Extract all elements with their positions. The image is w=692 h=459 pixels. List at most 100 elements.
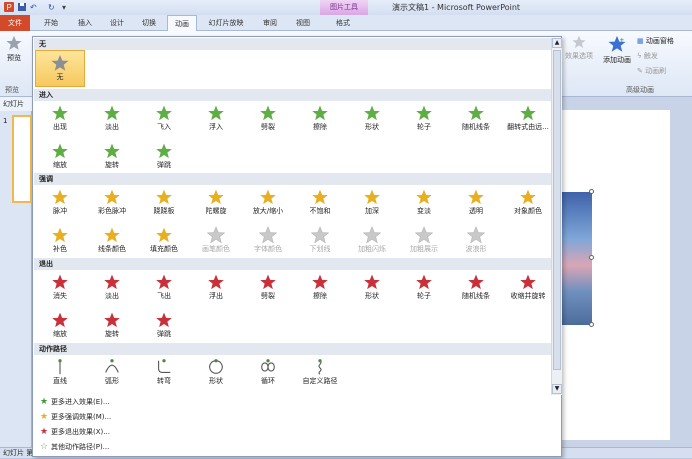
emphasis-effect[interactable]: 跷跷板 [139,186,189,222]
effect-label: 放大/缩小 [252,207,284,215]
emphasis-effect[interactable]: 变淡 [399,186,449,222]
star-icon [467,188,485,206]
exit-effect[interactable]: 弹跳 [139,309,189,345]
entrance-effect[interactable]: 翻转式由远... [503,102,553,138]
tab-review[interactable]: 审阅 [257,15,283,31]
slide-thumbnail[interactable] [12,115,32,203]
slide-picture[interactable] [560,192,592,325]
motion-path-icon [105,359,119,373]
effect-label: 擦除 [313,123,327,131]
entrance-effect[interactable]: 劈裂 [243,102,293,138]
star-icon [51,226,69,244]
exit-effect[interactable]: 劈裂 [243,271,293,307]
undo-icon[interactable]: ↶ [30,2,37,13]
exit-effect[interactable]: 轮子 [399,271,449,307]
entrance-effect[interactable]: 随机线条 [451,102,501,138]
more-link-label: 更多强调效果(M)... [51,413,112,421]
emphasis-effect[interactable]: 陀螺旋 [191,186,241,222]
emphasis-effect[interactable]: 透明 [451,186,501,222]
star-icon [363,104,381,122]
tab-home[interactable]: 开始 [38,15,64,31]
entrance-effect[interactable]: 轮子 [399,102,449,138]
emphasis-effect[interactable]: 放大/缩小 [243,186,293,222]
emphasis-effect[interactable]: 加深 [347,186,397,222]
effect-label: 收缩并旋转 [510,292,546,300]
resize-handle[interactable] [589,255,594,260]
emphasis-effect[interactable]: 脉冲 [35,186,85,222]
save-icon[interactable] [17,2,27,13]
preview-group-label: 预览 [5,86,19,94]
exit-effect[interactable]: 消失 [35,271,85,307]
effect-label: 波浪形 [465,245,487,253]
emphasis-effect: 画笔颜色 [191,224,241,260]
animation-painter-label: 动画刷 [645,67,667,75]
star-icon [519,104,537,122]
resize-handle[interactable] [589,322,594,327]
effect-options-button[interactable]: 效果选项 [563,35,595,61]
tab-slideshow[interactable]: 幻灯片放映 [204,15,248,31]
emphasis-effect[interactable]: 不饱和 [295,186,345,222]
exit-effect[interactable]: 浮出 [191,271,241,307]
effect-label: 飞出 [157,292,171,300]
entrance-effect[interactable]: 淡出 [87,102,137,138]
scroll-thumb[interactable] [553,50,561,370]
tab-animations[interactable]: 动画 [167,15,197,32]
entrance-effect[interactable]: 飞入 [139,102,189,138]
add-animation-button[interactable]: + 添加动画 [600,35,634,65]
motion-path-effect[interactable]: 弧形 [87,356,137,392]
tab-file[interactable]: 文件 [0,15,30,31]
tab-design[interactable]: 设计 [104,15,130,31]
tab-format[interactable]: 格式 [328,15,358,31]
entrance-effect[interactable]: 浮入 [191,102,241,138]
entrance-effect[interactable]: 缩放 [35,140,85,176]
tab-transitions[interactable]: 切换 [136,15,162,31]
entrance-effect[interactable]: 弹跳 [139,140,189,176]
exit-effect[interactable]: 擦除 [295,271,345,307]
effect-none[interactable]: 无 [35,50,85,87]
tab-insert[interactable]: 插入 [72,15,98,31]
trigger-button[interactable]: ϟ 触发 [637,51,658,61]
effect-label: 下划线 [309,245,331,253]
effect-label: 飞入 [157,123,171,131]
more-emphasis-effects-link[interactable]: ★ 更多强调效果(M)... [37,410,111,425]
motion-path-effect[interactable]: 直线 [35,356,85,392]
animation-painter-button[interactable]: ✎ 动画刷 [637,66,666,76]
emphasis-effect[interactable]: 补色 [35,224,85,260]
entrance-effect[interactable]: 旋转 [87,140,137,176]
exit-effect[interactable]: 飞出 [139,271,189,307]
tab-view[interactable]: 视图 [290,15,316,31]
exit-effect[interactable]: 随机线条 [451,271,501,307]
resize-handle[interactable] [589,189,594,194]
effect-label: 浮出 [209,292,223,300]
more-exit-effects-link[interactable]: ★ 更多退出效果(X)... [37,425,110,440]
motion-path-effect[interactable]: 转弯 [139,356,189,392]
more-entrance-effects-link[interactable]: ★ 更多进入效果(E)... [37,395,110,410]
exit-effect[interactable]: 形状 [347,271,397,307]
slides-tab[interactable]: 幻灯片 [0,97,32,111]
exit-effect[interactable]: 旋转 [87,309,137,345]
emphasis-effect[interactable]: 彩色脉冲 [87,186,137,222]
emphasis-effect[interactable]: 填充颜色 [139,224,189,260]
scroll-up-button[interactable]: ▲ [552,38,562,48]
motion-path-effect[interactable]: 形状 [191,356,241,392]
motion-path-effect[interactable]: 循环 [243,356,293,392]
animation-pane-button[interactable]: ▦ 动画窗格 [637,36,674,46]
motion-path-effect[interactable]: 自定义路径 [295,356,345,392]
redo-icon[interactable]: ↻ [48,2,55,13]
entrance-effect[interactable]: 形状 [347,102,397,138]
scroll-down-button[interactable]: ▼ [552,384,562,394]
emphasis-effect[interactable]: 线条颜色 [87,224,137,260]
more-motion-paths-link[interactable]: ☆ 其他动作路径(P)... [37,440,109,455]
preview-star-icon [6,35,22,50]
entrance-effect[interactable]: 出现 [35,102,85,138]
motion-path-icon [318,359,322,375]
customize-icon[interactable]: ▾ [62,2,66,13]
exit-effect[interactable]: 收缩并旋转 [503,271,553,307]
exit-effect[interactable]: 缩放 [35,309,85,345]
emphasis-effect[interactable]: 对象颜色 [503,186,553,222]
entrance-effect[interactable]: 擦除 [295,102,345,138]
effect-label: 轮子 [417,123,431,131]
section-header-motion-path: 动作路径 [34,343,551,355]
exit-effect[interactable]: 淡出 [87,271,137,307]
preview-button[interactable]: 预览 [3,35,25,75]
